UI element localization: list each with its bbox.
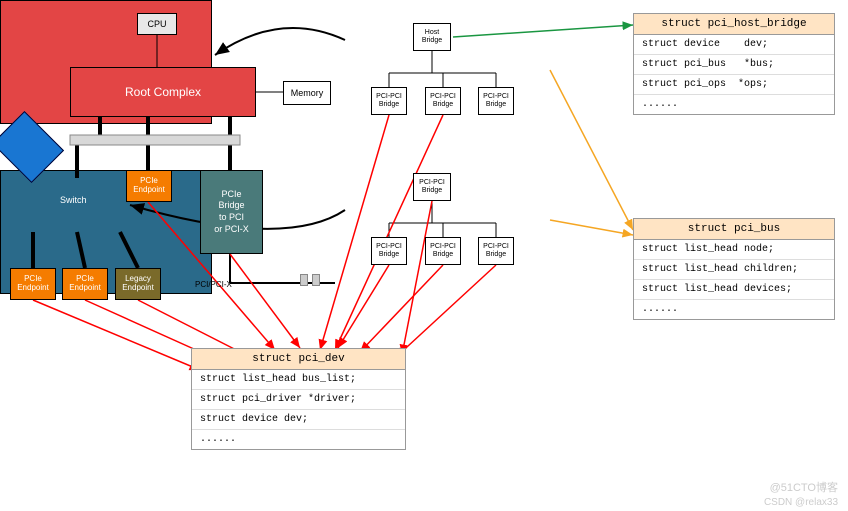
struct-pci-dev-field: struct list_head bus_list; [192,370,405,390]
bus2-top-bridge: PCI-PCIBridge [413,173,451,201]
struct-pci-dev: struct pci_dev struct list_head bus_list… [191,348,406,450]
struct-bus-field: struct list_head node; [634,240,834,260]
struct-pci-host-bridge: struct pci_host_bridge struct device dev… [633,13,835,115]
host-bridge-label: HostBridge [422,29,442,44]
bus0-bridge-2: PCI-PCIBridge [425,87,461,115]
bus0-bridge-1: PCI-PCIBridge [371,87,407,115]
legacy-endpoint: LegacyEndpoint [115,268,161,300]
struct-host-field: struct pci_ops *ops; [634,75,834,95]
memory-box: Memory [283,81,331,105]
struct-bus-field: ...... [634,300,834,319]
watermark-2: CSDN @relax33 [764,497,838,508]
host-bridge-box: HostBridge [413,23,451,51]
struct-bus-field: struct list_head children; [634,260,834,280]
struct-host-field: struct device dev; [634,35,834,55]
struct-pci-bus: struct pci_bus struct list_head node; st… [633,218,835,320]
bus2-bridge-1: PCI-PCIBridge [371,237,407,265]
slot-stub-2 [312,274,320,286]
bus0-label: Internal Bus 0 [467,65,516,74]
bus0-bridge-3: PCI-PCIBridge [478,87,514,115]
pcie-bridge-label: PCIeBridgeto PCIor PCI-X [214,189,249,236]
slot-stub-1 [300,274,308,286]
struct-pci-dev-header: struct pci_dev [192,349,405,370]
pcie-endpoint-2: PCIeEndpoint [62,268,108,300]
pcie-endpoint-top: PCIeEndpoint [126,170,172,202]
bus2-bridge-3: PCI-PCIBridge [478,237,514,265]
struct-pci-dev-field: struct device dev; [192,410,405,430]
struct-bus-field: struct list_head devices; [634,280,834,300]
bus2-label: Internal Bus 2 [467,215,516,224]
root-complex-label: Root Complex [125,85,201,99]
struct-host-field: struct pci_bus *bus; [634,55,834,75]
cpu-box: CPU [137,13,177,35]
watermark-1: @51CTO博客 [770,479,838,495]
pcie-endpoint-1: PCIeEndpoint [10,268,56,300]
cpu-label: CPU [147,19,166,29]
struct-host-field: ...... [634,95,834,114]
struct-pci-dev-field: ...... [192,430,405,449]
root-complex-box: Root Complex [70,67,256,117]
struct-bus-header: struct pci_bus [634,219,834,240]
memory-label: Memory [291,88,324,98]
pci-pcix-label: PCI/PCI-X [195,280,232,289]
pcie-bridge-box: PCIeBridgeto PCIor PCI-X [200,170,263,254]
struct-host-header: struct pci_host_bridge [634,14,834,35]
struct-pci-dev-field: struct pci_driver *driver; [192,390,405,410]
bus2-bridge-2: PCI-PCIBridge [425,237,461,265]
